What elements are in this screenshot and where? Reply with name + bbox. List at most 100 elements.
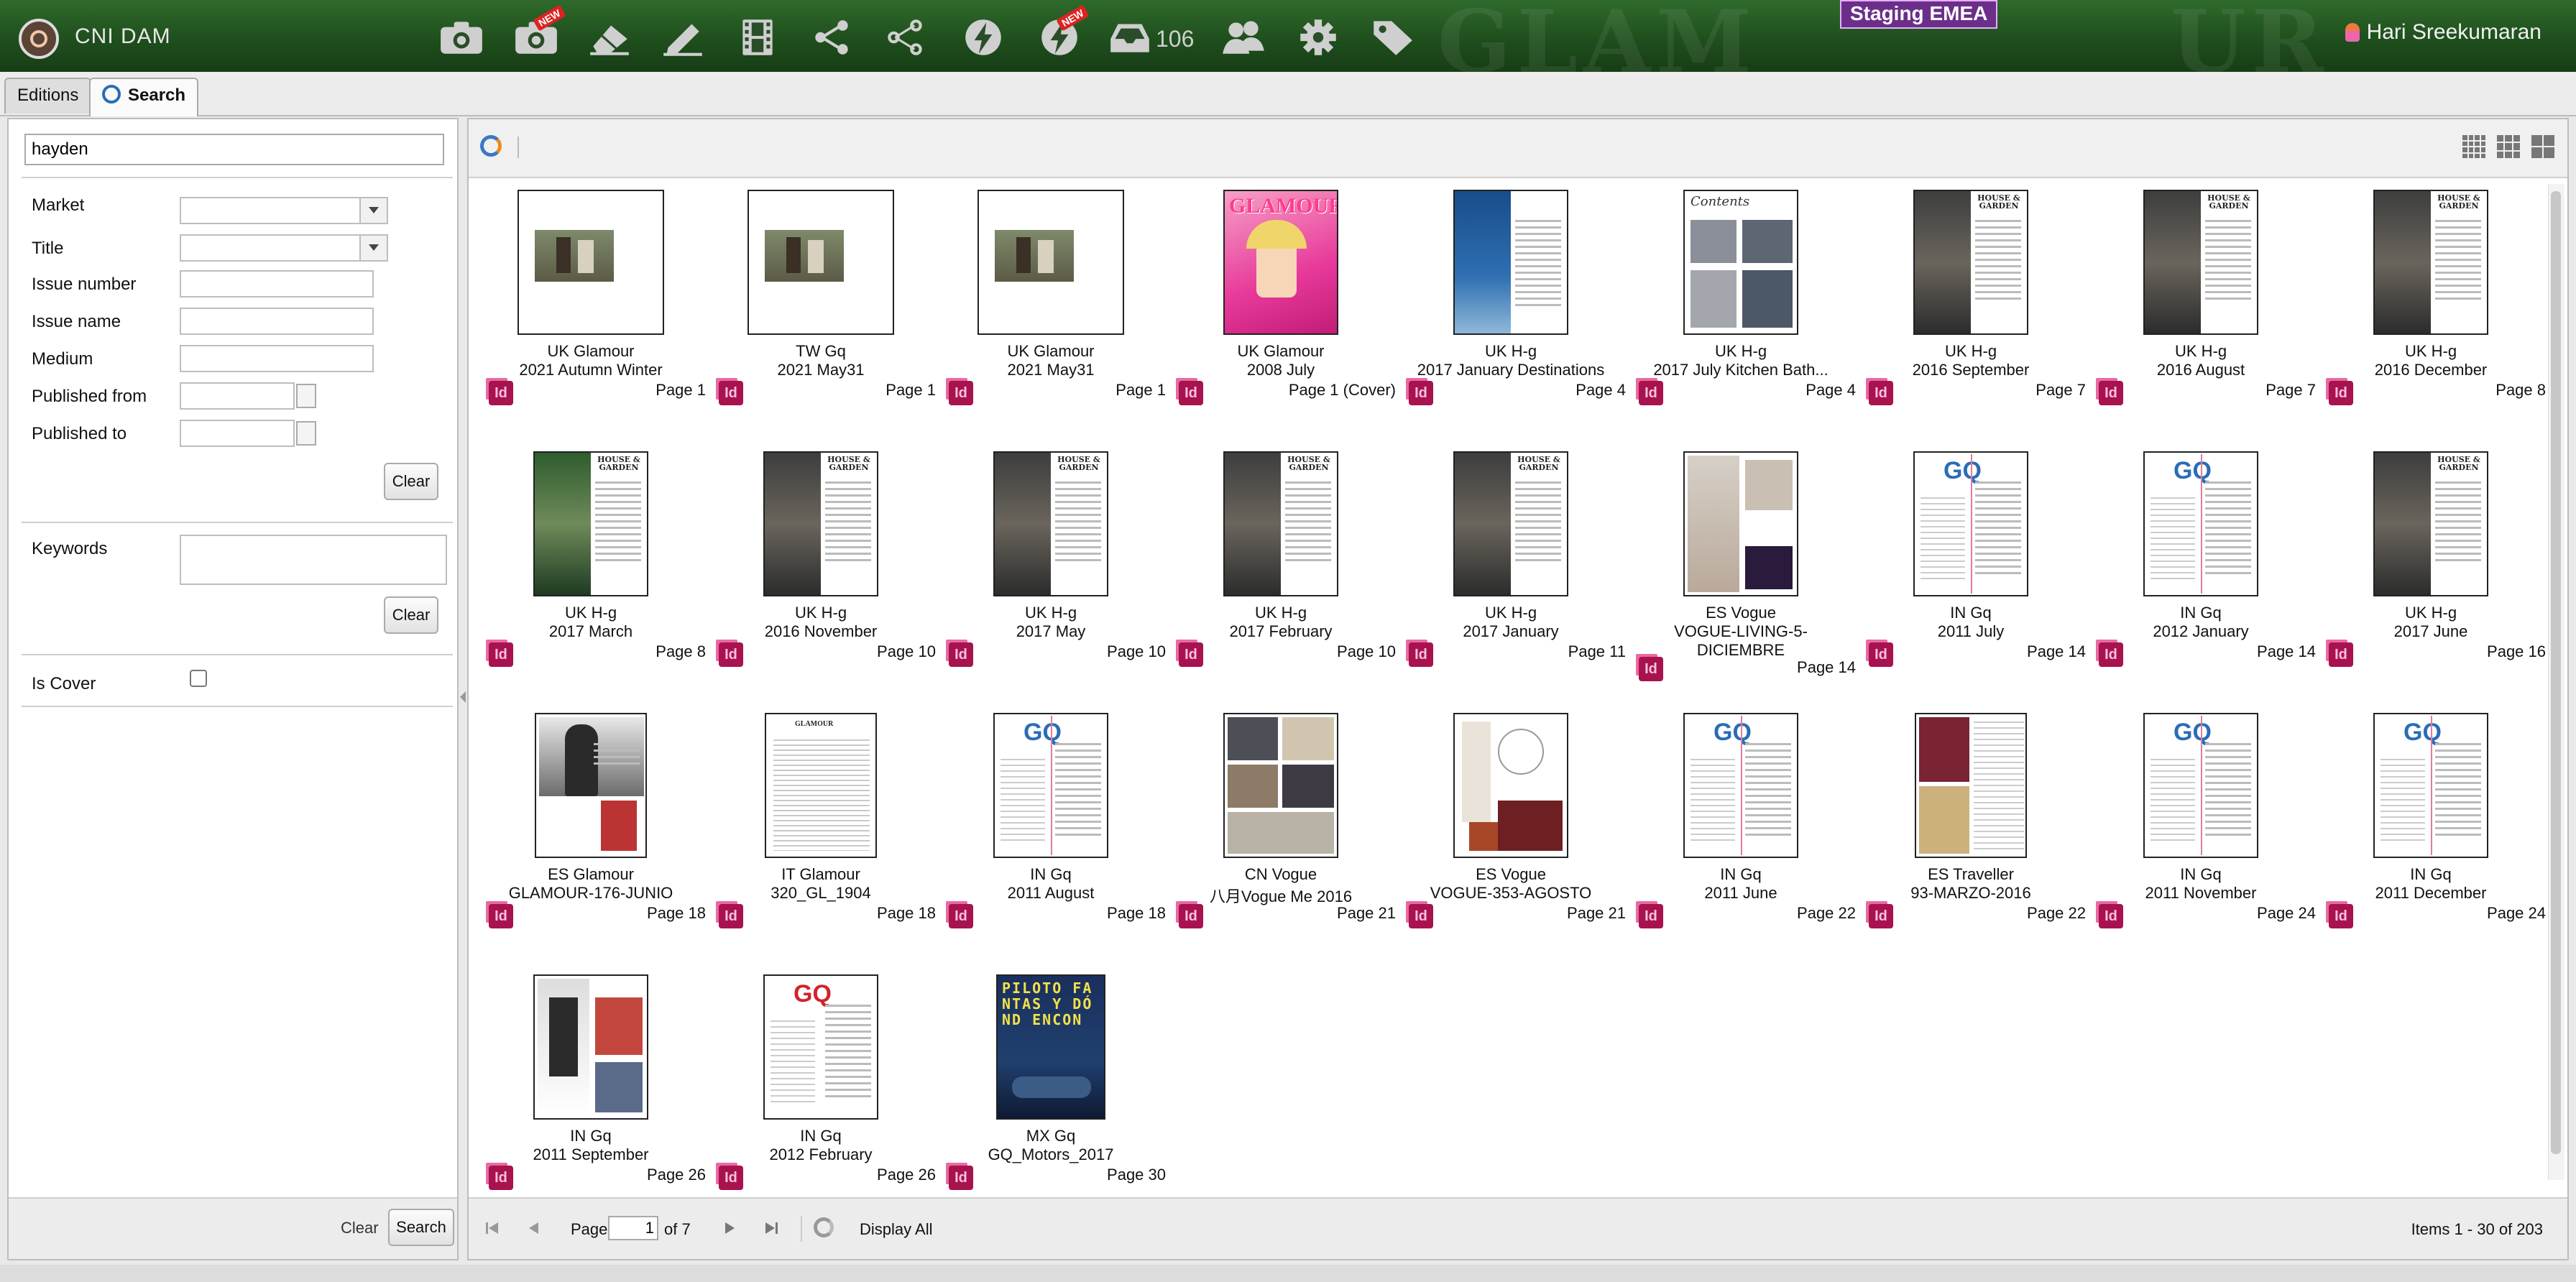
result-tile[interactable]: HOUSE & GARDEN UK H-g 2017 March Id Page… <box>476 440 706 698</box>
page-thumbnail[interactable]: GQ <box>2143 451 2258 596</box>
result-tile[interactable]: HOUSE & GARDEN UK H-g 2016 November Id P… <box>706 440 936 698</box>
indesign-icon[interactable]: Id <box>1179 642 1203 667</box>
indesign-icon[interactable]: Id <box>1409 642 1433 667</box>
share-alt-icon[interactable] <box>878 16 933 59</box>
page-thumbnail[interactable]: HOUSE & GARDEN <box>1913 190 2028 335</box>
page-thumbnail[interactable]: GQ <box>1683 713 1798 858</box>
result-tile[interactable]: HOUSE & GARDEN UK H-g 2016 August Id Pag… <box>2086 178 2316 437</box>
indesign-icon[interactable]: Id <box>1869 642 1893 667</box>
issue-number-field[interactable] <box>180 270 374 298</box>
result-tile[interactable]: ES Glamour GLAMOUR-176-JUNIO Id Page 18 <box>476 701 706 960</box>
result-tile[interactable]: IN Gq 2011 September Id Page 26 <box>476 963 706 1222</box>
page-thumbnail[interactable] <box>1453 713 1568 858</box>
indesign-icon[interactable]: Id <box>2329 381 2353 405</box>
indesign-icon[interactable]: Id <box>2329 642 2353 667</box>
indesign-icon[interactable]: Id <box>1639 381 1663 405</box>
indesign-icon[interactable]: Id <box>1179 381 1203 405</box>
result-tile[interactable]: HOUSE & GARDEN UK H-g 2017 January Id Pa… <box>1396 440 1626 698</box>
large-grid-view-icon[interactable] <box>2531 135 2554 158</box>
gear-icon[interactable] <box>1291 16 1346 59</box>
tab-search[interactable]: Search <box>89 78 199 116</box>
refresh-icon[interactable] <box>480 135 502 157</box>
result-tile[interactable]: HOUSE & GARDEN UK H-g 2017 February Id P… <box>1166 440 1396 698</box>
issue-name-field[interactable] <box>180 308 374 335</box>
previous-page-icon[interactable] <box>525 1219 543 1237</box>
indesign-icon[interactable]: Id <box>949 904 973 928</box>
share-icon[interactable] <box>805 16 860 59</box>
page-number-input[interactable] <box>608 1216 658 1240</box>
pager-refresh-icon[interactable] <box>814 1217 834 1237</box>
page-thumbnail[interactable]: HOUSE & GARDEN <box>993 451 1108 596</box>
display-all-button[interactable]: Display All <box>860 1220 932 1239</box>
indesign-icon[interactable]: Id <box>1639 904 1663 928</box>
medium-grid-view-icon[interactable] <box>2497 135 2520 158</box>
indesign-icon[interactable]: Id <box>949 1166 973 1190</box>
page-thumbnail[interactable] <box>1453 190 1568 335</box>
result-tile[interactable]: UK H-g 2017 January Destinations Id Page… <box>1396 178 1626 437</box>
result-tile[interactable]: GQ IN Gq 2012 January Id Page 14 <box>2086 440 2316 698</box>
result-tile[interactable]: ES Vogue VOGUE-LIVING-5- DICIEMBRE Id Pa… <box>1626 440 1856 698</box>
indesign-icon[interactable]: Id <box>2329 904 2353 928</box>
page-thumbnail[interactable] <box>978 190 1124 335</box>
page-thumbnail[interactable]: GQ <box>763 974 878 1120</box>
indesign-icon[interactable]: Id <box>719 904 743 928</box>
page-thumbnail[interactable]: GQ <box>1913 451 2028 596</box>
medium-field[interactable] <box>180 345 374 372</box>
indesign-icon[interactable]: Id <box>2099 642 2123 667</box>
indesign-icon[interactable]: Id <box>489 381 513 405</box>
result-tile[interactable]: GLAMOUR IT Glamour 320_GL_1904 Id Page 1… <box>706 701 936 960</box>
page-thumbnail[interactable] <box>1915 713 2027 858</box>
film-icon[interactable] <box>730 16 785 59</box>
indesign-icon[interactable]: Id <box>1869 381 1893 405</box>
page-thumbnail[interactable]: Contents <box>1683 190 1798 335</box>
result-tile[interactable]: HOUSE & GARDEN UK H-g 2016 December Id P… <box>2316 178 2546 437</box>
clear-fields-button[interactable]: Clear <box>384 463 438 500</box>
page-thumbnail[interactable]: HOUSE & GARDEN <box>533 451 648 596</box>
indesign-icon[interactable]: Id <box>2099 381 2123 405</box>
indesign-icon[interactable]: Id <box>719 1166 743 1190</box>
result-tile[interactable]: UK Glamour 2021 May31 Id Page 1 <box>936 178 1166 437</box>
page-thumbnail[interactable] <box>1683 451 1798 596</box>
search-button[interactable]: Search <box>388 1209 454 1246</box>
result-tile[interactable]: GQ IN Gq 2011 July Id Page 14 <box>1856 440 2086 698</box>
result-tile[interactable]: Contents UK H-g 2017 July Kitchen Bath..… <box>1626 178 1856 437</box>
indesign-icon[interactable]: Id <box>2099 904 2123 928</box>
result-tile[interactable]: TW Gq 2021 May31 Id Page 1 <box>706 178 936 437</box>
result-tile[interactable]: CN Vogue 八月Vogue Me 2016 Id Page 21 <box>1166 701 1396 960</box>
clear-keywords-button[interactable]: Clear <box>384 596 438 634</box>
camera-icon[interactable] <box>434 16 489 59</box>
page-thumbnail[interactable]: HOUSE & GARDEN <box>2373 190 2488 335</box>
page-thumbnail[interactable]: HOUSE & GARDEN <box>1453 451 1568 596</box>
title-select[interactable] <box>180 234 388 262</box>
result-tile[interactable]: ES Vogue VOGUE-353-AGOSTO Id Page 21 <box>1396 701 1626 960</box>
eraser-icon[interactable] <box>582 16 637 59</box>
page-thumbnail[interactable]: GQ <box>2143 713 2258 858</box>
indesign-icon[interactable]: Id <box>719 642 743 667</box>
scrollbar-thumb[interactable] <box>2551 191 2561 1154</box>
last-page-icon[interactable] <box>762 1219 781 1237</box>
page-thumbnail[interactable]: GQ <box>993 713 1108 858</box>
indesign-icon[interactable]: Id <box>949 381 973 405</box>
page-thumbnail[interactable] <box>1223 713 1338 858</box>
indesign-icon[interactable]: Id <box>719 381 743 405</box>
page-thumbnail[interactable] <box>533 974 648 1120</box>
published-to-field[interactable] <box>180 420 316 447</box>
result-tile[interactable]: ES Traveller 93-MARZO-2016 Id Page 22 <box>1856 701 2086 960</box>
app-logo-icon[interactable] <box>19 19 59 59</box>
published-from-field[interactable] <box>180 382 316 410</box>
result-tile[interactable]: GQ IN Gq 2011 August Id Page 18 <box>936 701 1166 960</box>
result-tile[interactable]: GQ IN Gq 2012 February Id Page 26 <box>706 963 936 1222</box>
indesign-icon[interactable]: Id <box>1179 904 1203 928</box>
inbox-icon[interactable] <box>1103 16 1157 59</box>
market-select[interactable] <box>180 197 388 224</box>
page-thumbnail[interactable]: HOUSE & GARDEN <box>2373 451 2488 596</box>
page-thumbnail[interactable]: HOUSE & GARDEN <box>1223 451 1338 596</box>
tag-icon[interactable] <box>1364 16 1419 59</box>
page-thumbnail[interactable] <box>518 190 664 335</box>
next-page-icon[interactable] <box>720 1219 739 1237</box>
result-tile[interactable]: GQ IN Gq 2011 June Id Page 22 <box>1626 701 1856 960</box>
indesign-icon[interactable]: Id <box>489 1166 513 1190</box>
user-menu[interactable]: Hari Sreekumaran <box>2345 20 2542 45</box>
result-tile[interactable]: GQ IN Gq 2011 December Id Page 24 <box>2316 701 2546 960</box>
tab-editions[interactable]: Editions <box>4 78 92 114</box>
